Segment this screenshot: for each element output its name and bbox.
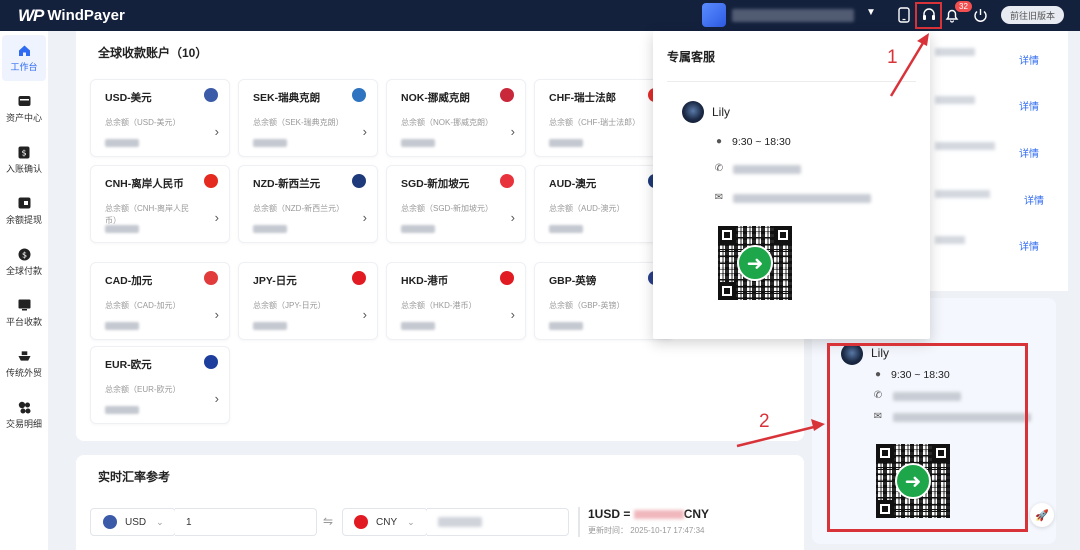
annotation-arrowhead-2 [811, 419, 825, 431]
annotation-arrow-2 [736, 424, 819, 448]
annotation-arrows [736, 33, 929, 448]
rocket-icon[interactable]: 🚀 [1030, 503, 1054, 527]
annotation-arrow-1 [889, 37, 928, 97]
